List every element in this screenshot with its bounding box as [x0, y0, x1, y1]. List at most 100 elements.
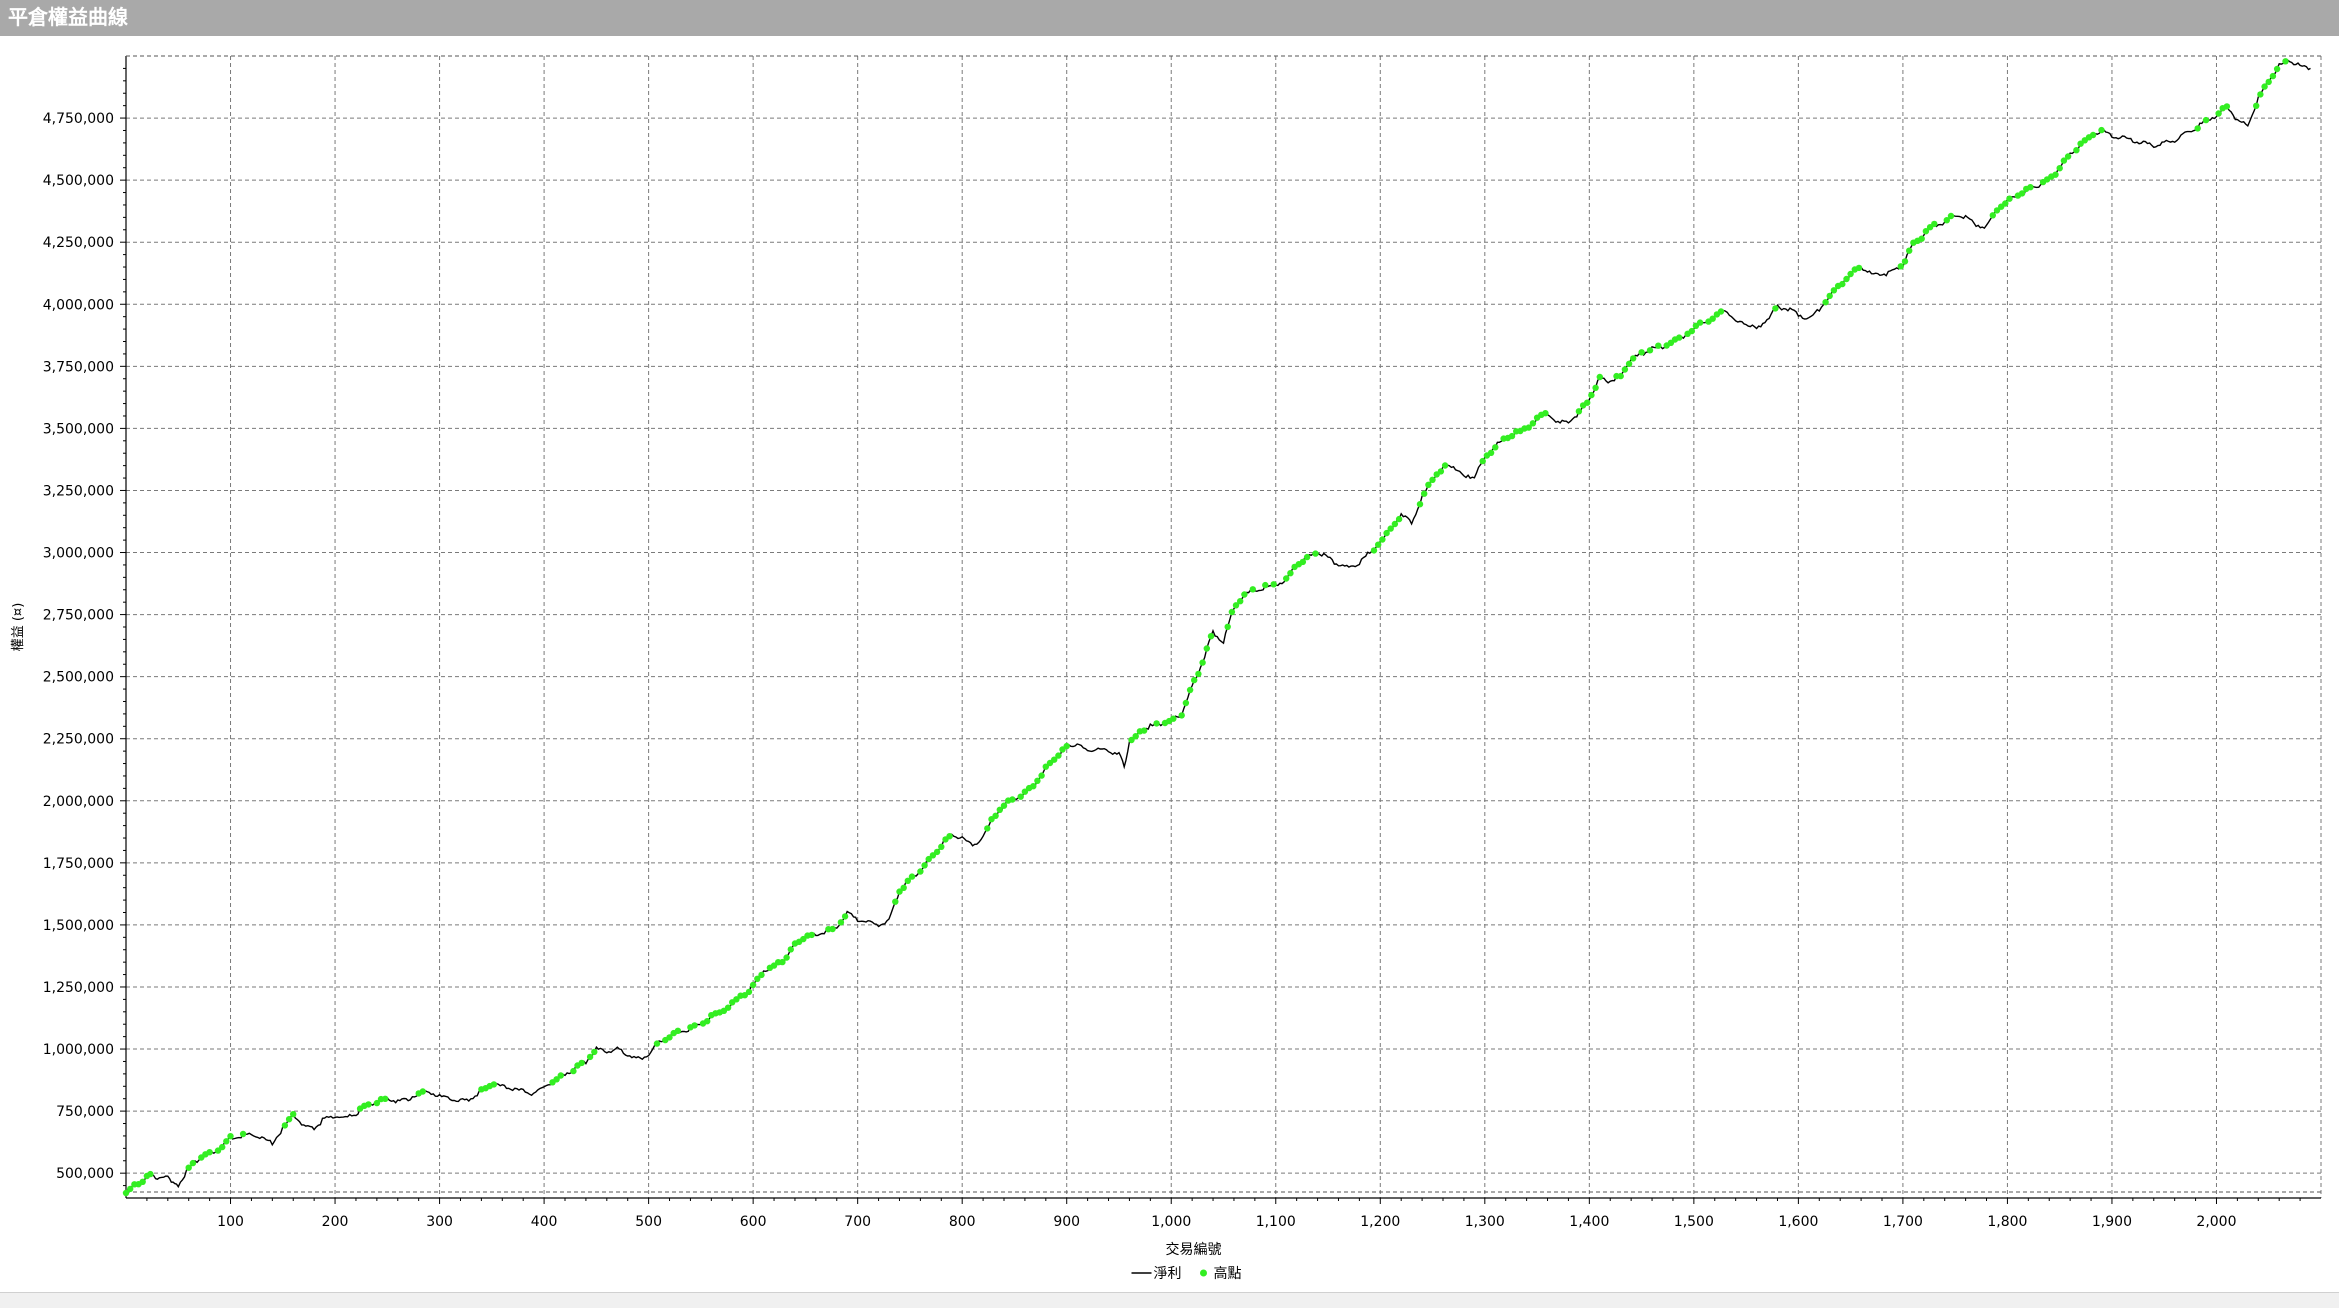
high-point-marker: [2006, 195, 2013, 202]
high-point-marker: [1153, 720, 1160, 727]
high-point-marker: [1655, 342, 1662, 349]
high-point-marker: [1625, 360, 1633, 367]
high-point-marker: [290, 1111, 297, 1118]
high-point-marker: [1370, 547, 1378, 554]
high-point-marker: [2098, 126, 2105, 134]
high-point-marker: [1228, 608, 1236, 616]
high-point-marker: [1822, 299, 1829, 306]
y-tick-label: 4,250,000: [43, 235, 114, 251]
x-tick-label: 100: [217, 1214, 244, 1230]
high-point-marker: [223, 1138, 230, 1145]
high-point-marker: [1717, 308, 1725, 315]
high-point-marker: [206, 1149, 213, 1156]
y-tick-label: 500,000: [56, 1166, 114, 1182]
high-point-marker: [841, 913, 849, 920]
x-tick-label: 1,100: [1256, 1214, 1296, 1230]
high-point-marker: [2064, 153, 2072, 160]
x-tick-label: 500: [635, 1214, 662, 1230]
high-point-marker: [1918, 235, 1925, 242]
high-point-marker: [365, 1101, 372, 1108]
y-tick-label: 1,000,000: [43, 1042, 114, 1058]
high-point-marker: [892, 898, 899, 905]
high-point-marker: [787, 946, 794, 953]
high-point-marker: [1140, 727, 1148, 734]
high-point-marker: [1063, 742, 1070, 750]
y-axis-label: 權益 (¤): [11, 603, 26, 652]
high-point-marker: [1542, 410, 1549, 417]
high-point-marker: [933, 848, 941, 856]
x-tick-label: 1,600: [1778, 1214, 1818, 1230]
high-point-marker: [984, 825, 991, 832]
x-tick-label: 800: [949, 1214, 976, 1230]
high-point-marker: [1195, 670, 1202, 678]
high-point-marker: [1826, 292, 1833, 300]
x-tick-labels: 100 200 300 400 500 600 700 800 900 1,000 1,100 1,2…: [217, 1214, 2236, 1230]
high-point-marker: [938, 843, 945, 850]
high-point-marker: [1395, 515, 1403, 523]
high-point-marker: [2202, 116, 2210, 124]
high-point-marker: [1989, 212, 1997, 219]
high-point-marker: [691, 1022, 698, 1029]
high-point-marker: [1508, 432, 1516, 440]
high-point-marker: [1638, 349, 1645, 356]
high-point-marker: [1262, 581, 1269, 589]
high-point-marker: [1287, 570, 1294, 577]
legend-net-profit-label: 淨利: [1154, 1266, 1182, 1282]
x-tick-label: 1,800: [1987, 1214, 2027, 1230]
high-point-marker: [908, 873, 916, 880]
x-tick-label: 1,500: [1674, 1214, 1714, 1230]
high-point-marker: [2056, 165, 2063, 172]
high-point-marker: [578, 1059, 585, 1067]
high-point-marker: [1186, 686, 1194, 694]
high-point-marker: [1646, 347, 1654, 354]
high-point-marker: [1487, 449, 1495, 456]
high-point-marker: [1203, 645, 1211, 652]
high-point-marker: [2273, 65, 2281, 73]
equity-curve-chart: 500,000 750,000 1,000,000 1,250,000 1,500,00…: [11, 55, 2322, 1282]
y-tick-label: 4,750,000: [43, 111, 114, 127]
high-point-marker: [1270, 581, 1277, 588]
high-point-marker: [1575, 408, 1583, 415]
high-point-marker: [1947, 212, 1955, 220]
x-tick-label: 1,200: [1360, 1214, 1400, 1230]
high-point-marker: [219, 1143, 226, 1151]
high-point-marker: [900, 884, 907, 891]
high-point-marker: [1839, 280, 1846, 288]
high-point-marker: [139, 1178, 146, 1186]
high-point-marker: [749, 981, 757, 989]
high-point-marker: [1584, 399, 1591, 406]
high-point-marker: [1479, 457, 1486, 465]
x-tick-label: 1,700: [1883, 1214, 1923, 1230]
high-point-marker: [1224, 623, 1231, 630]
high-point-marker: [1312, 550, 1319, 557]
high-point-marker: [1375, 541, 1382, 548]
x-tick-label: 1,000: [1151, 1214, 1191, 1230]
legend-high-point-label: 高點: [1214, 1265, 1242, 1282]
high-point-marker: [2223, 103, 2231, 110]
high-point-marker: [1303, 553, 1311, 561]
high-point-marker: [704, 1018, 711, 1025]
high-point-marker: [2215, 110, 2222, 117]
high-point-marker: [1529, 420, 1537, 427]
high-point-marker: [1000, 802, 1008, 809]
high-point-marker: [1588, 391, 1595, 399]
y-tick-label: 3,500,000: [43, 421, 114, 437]
high-point-marker: [1170, 715, 1177, 722]
high-point-marker: [745, 988, 753, 996]
high-point-marker: [1030, 783, 1037, 790]
high-point-marker: [1199, 659, 1206, 666]
y-tick-label: 3,000,000: [43, 546, 114, 562]
high-point-marker: [1688, 327, 1696, 335]
high-point-marker: [758, 971, 765, 979]
high-point-marker: [1191, 676, 1198, 684]
high-point-marker: [992, 812, 999, 819]
y-tick-label: 1,250,000: [43, 980, 114, 996]
window-title: 平倉權益曲線: [0, 0, 2339, 36]
series-net-profit-line: [125, 59, 2311, 1194]
x-tick-label: 400: [531, 1214, 558, 1230]
high-point-marker: [829, 925, 836, 933]
x-tick-label: 700: [844, 1214, 871, 1230]
high-point-marker: [1429, 476, 1436, 483]
equity-chart-area: 500,000 750,000 1,000,000 1,250,000 1,500,00…: [0, 36, 2339, 1292]
x-tick-label: 600: [740, 1214, 767, 1230]
